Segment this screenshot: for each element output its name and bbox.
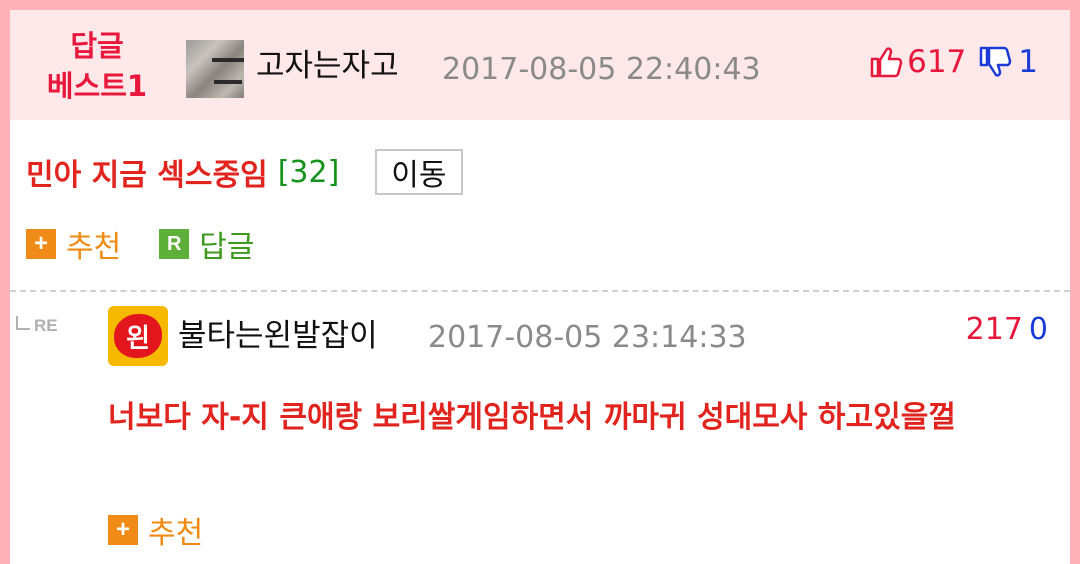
reply-arrow-icon	[16, 315, 30, 330]
downvote-count: 1	[1018, 44, 1038, 80]
reply-marker: RE	[16, 315, 58, 336]
reply-datetime: 2017-08-05 23:14:33	[428, 320, 747, 355]
reply-recommend-button[interactable]: + 추천	[108, 510, 204, 551]
plus-icon: +	[26, 229, 56, 259]
best-badge-line2: 베스트1	[46, 69, 148, 103]
plus-icon: +	[108, 515, 138, 545]
recommend-button[interactable]: + 추천	[26, 222, 121, 266]
recommend-label: 추천	[66, 230, 122, 265]
upvote-count: 617	[907, 44, 967, 80]
move-button[interactable]: 이동	[375, 149, 463, 195]
reply-icon: R	[159, 229, 190, 259]
reply-label: 답글	[199, 230, 255, 265]
best-comment-actions: + 추천 R 답글	[26, 222, 292, 266]
reply-button[interactable]: R 답글	[159, 222, 254, 266]
post-title-row: 민아 지금 섹스중임 [32] 이동	[26, 148, 463, 196]
avatar-badge-text: 왼	[114, 314, 162, 358]
divider	[10, 290, 1070, 292]
reply-upvote-count: 217	[965, 312, 1023, 347]
reply-author-avatar[interactable]: 왼	[108, 306, 168, 366]
reply-body: 너보다 자-지 큰애랑 보리쌀게임하면서 까마귀 성대모사 하고있을껄	[108, 400, 956, 435]
thumbs-up-icon[interactable]	[869, 45, 903, 79]
thumbs-down-icon[interactable]	[978, 45, 1012, 79]
best-comment-header: 답글 베스트1 고자는자고 2017-08-05 22:40:43 617 1	[10, 10, 1070, 120]
comment-panel: 답글 베스트1 고자는자고 2017-08-05 22:40:43 617 1 …	[10, 10, 1070, 564]
best-reply-badge: 답글 베스트1	[36, 26, 158, 106]
vote-counts: 617 1	[869, 40, 1038, 84]
author-avatar[interactable]	[186, 40, 244, 98]
re-label: RE	[34, 316, 58, 335]
post-datetime: 2017-08-05 22:40:43	[442, 52, 761, 87]
reply-author-name[interactable]: 불타는왼발잡이	[178, 314, 378, 358]
reply-vote-counts: 217 0	[966, 310, 1048, 350]
author-name[interactable]: 고자는자고	[256, 44, 399, 88]
reply-downvote-count: 0	[1028, 312, 1048, 347]
comment-count: [32]	[277, 154, 340, 190]
post-title[interactable]: 민아 지금 섹스중임	[26, 150, 268, 194]
reply-recommend-label: 추천	[148, 516, 204, 551]
best-badge-line1: 답글	[70, 29, 124, 63]
